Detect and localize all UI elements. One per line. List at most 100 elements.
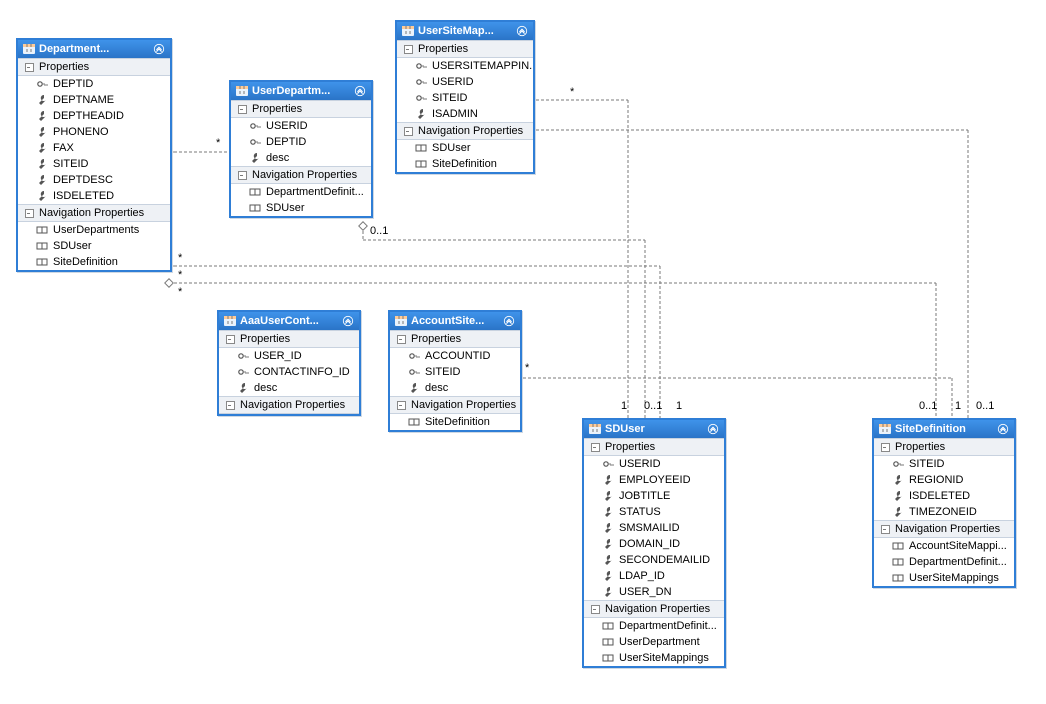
- navprop-row[interactable]: SDUser: [397, 140, 533, 156]
- property-icon: [415, 108, 427, 120]
- property-row[interactable]: ISADMIN: [397, 106, 533, 122]
- entity-titlebar[interactable]: UserSiteMap...: [397, 22, 533, 40]
- expand-toggle-icon[interactable]: [589, 441, 601, 453]
- section-navprops[interactable]: Navigation Properties: [397, 122, 533, 140]
- property-row[interactable]: SMSMAILID: [584, 520, 724, 536]
- section-navprops[interactable]: Navigation Properties: [584, 600, 724, 618]
- navprop-row[interactable]: DepartmentDefinit...: [584, 618, 724, 634]
- property-row[interactable]: USER_ID: [219, 348, 359, 364]
- expand-toggle-icon[interactable]: [236, 103, 248, 115]
- property-row[interactable]: SITEID: [18, 156, 170, 172]
- entity-sduser[interactable]: SDUserPropertiesUSERIDEMPLOYEEIDJOBTITLE…: [582, 418, 726, 668]
- navprop-row[interactable]: UserDepartments: [18, 222, 170, 238]
- navprop-row[interactable]: UserSiteMappings: [874, 570, 1014, 586]
- section-navprops[interactable]: Navigation Properties: [231, 166, 371, 184]
- expand-toggle-icon[interactable]: [589, 603, 601, 615]
- expand-toggle-icon[interactable]: [224, 399, 236, 411]
- navprop-row[interactable]: SDUser: [18, 238, 170, 254]
- navprop-row[interactable]: SDUser: [231, 200, 371, 216]
- expand-toggle-icon[interactable]: [402, 125, 414, 137]
- property-row[interactable]: SITEID: [874, 456, 1014, 472]
- section-navprops[interactable]: Navigation Properties: [219, 396, 359, 414]
- section-properties[interactable]: Properties: [874, 438, 1014, 456]
- property-row[interactable]: USERID: [231, 118, 371, 134]
- navprop-row[interactable]: AccountSiteMappi...: [874, 538, 1014, 554]
- entity-titlebar[interactable]: AaaUserCont...: [219, 312, 359, 330]
- property-row[interactable]: SITEID: [397, 90, 533, 106]
- navprop-row[interactable]: SiteDefinition: [390, 414, 520, 430]
- section-navprops[interactable]: Navigation Properties: [18, 204, 170, 222]
- section-properties[interactable]: Properties: [18, 58, 170, 76]
- mult-label: *: [216, 137, 220, 149]
- entity-titlebar[interactable]: UserDepartm...: [231, 82, 371, 100]
- property-row[interactable]: JOBTITLE: [584, 488, 724, 504]
- expand-toggle-icon[interactable]: [402, 43, 414, 55]
- property-row[interactable]: LDAP_ID: [584, 568, 724, 584]
- navprop-row[interactable]: DepartmentDefinit...: [874, 554, 1014, 570]
- property-row[interactable]: DEPTHEADID: [18, 108, 170, 124]
- collapse-icon[interactable]: [153, 43, 165, 55]
- property-row[interactable]: desc: [390, 380, 520, 396]
- expand-toggle-icon[interactable]: [23, 207, 35, 219]
- entity-aaausercont[interactable]: AaaUserCont...PropertiesUSER_IDCONTACTIN…: [217, 310, 361, 416]
- property-row[interactable]: SECONDEMAILID: [584, 552, 724, 568]
- expand-toggle-icon[interactable]: [395, 333, 407, 345]
- navprop-row[interactable]: SiteDefinition: [397, 156, 533, 172]
- expand-toggle-icon[interactable]: [224, 333, 236, 345]
- navprop-row[interactable]: SiteDefinition: [18, 254, 170, 270]
- section-navprops[interactable]: Navigation Properties: [390, 396, 520, 414]
- navprop-row[interactable]: UserSiteMappings: [584, 650, 724, 666]
- entity-userdepartment[interactable]: UserDepartm...PropertiesUSERIDDEPTIDdesc…: [229, 80, 373, 218]
- section-properties[interactable]: Properties: [390, 330, 520, 348]
- property-row[interactable]: SITEID: [390, 364, 520, 380]
- property-row[interactable]: DOMAIN_ID: [584, 536, 724, 552]
- property-row[interactable]: CONTACTINFO_ID: [219, 364, 359, 380]
- navprop-row[interactable]: UserDepartment: [584, 634, 724, 650]
- entity-sitedefinition[interactable]: SiteDefinitionPropertiesSITEIDREGIONIDIS…: [872, 418, 1016, 588]
- section-properties[interactable]: Properties: [231, 100, 371, 118]
- property-row[interactable]: USERID: [584, 456, 724, 472]
- property-row[interactable]: REGIONID: [874, 472, 1014, 488]
- collapse-icon[interactable]: [516, 25, 528, 37]
- property-row[interactable]: DEPTID: [18, 76, 170, 92]
- entity-titlebar[interactable]: SDUser: [584, 420, 724, 438]
- entity-department[interactable]: Department...PropertiesDEPTIDDEPTNAMEDEP…: [16, 38, 172, 272]
- expand-toggle-icon[interactable]: [23, 61, 35, 73]
- property-row[interactable]: EMPLOYEEID: [584, 472, 724, 488]
- property-row[interactable]: USER_DN: [584, 584, 724, 600]
- collapse-icon[interactable]: [342, 315, 354, 327]
- property-row[interactable]: PHONENO: [18, 124, 170, 140]
- section-properties[interactable]: Properties: [584, 438, 724, 456]
- collapse-icon[interactable]: [997, 423, 1009, 435]
- entity-titlebar[interactable]: SiteDefinition: [874, 420, 1014, 438]
- entity-usersitemap[interactable]: UserSiteMap...PropertiesUSERSITEMAPPIN..…: [395, 20, 535, 174]
- expand-toggle-icon[interactable]: [879, 441, 891, 453]
- property-row[interactable]: ISDELETED: [874, 488, 1014, 504]
- property-row[interactable]: ISDELETED: [18, 188, 170, 204]
- expand-toggle-icon[interactable]: [879, 523, 891, 535]
- property-row[interactable]: desc: [219, 380, 359, 396]
- collapse-icon[interactable]: [503, 315, 515, 327]
- property-row[interactable]: STATUS: [584, 504, 724, 520]
- entity-accountsite[interactable]: AccountSite...PropertiesACCOUNTIDSITEIDd…: [388, 310, 522, 432]
- property-row[interactable]: TIMEZONEID: [874, 504, 1014, 520]
- entity-titlebar[interactable]: Department...: [18, 40, 170, 58]
- expand-toggle-icon[interactable]: [395, 399, 407, 411]
- entity-titlebar[interactable]: AccountSite...: [390, 312, 520, 330]
- navprop-row[interactable]: DepartmentDefinit...: [231, 184, 371, 200]
- property-row[interactable]: USERSITEMAPPIN...: [397, 58, 533, 74]
- property-row[interactable]: USERID: [397, 74, 533, 90]
- expand-toggle-icon[interactable]: [236, 169, 248, 181]
- property-row[interactable]: DEPTID: [231, 134, 371, 150]
- section-navprops[interactable]: Navigation Properties: [874, 520, 1014, 538]
- property-row[interactable]: DEPTDESC: [18, 172, 170, 188]
- collapse-icon[interactable]: [354, 85, 366, 97]
- nav-icon: [408, 416, 420, 428]
- section-properties[interactable]: Properties: [397, 40, 533, 58]
- property-row[interactable]: desc: [231, 150, 371, 166]
- property-row[interactable]: DEPTNAME: [18, 92, 170, 108]
- collapse-icon[interactable]: [707, 423, 719, 435]
- property-row[interactable]: ACCOUNTID: [390, 348, 520, 364]
- section-properties[interactable]: Properties: [219, 330, 359, 348]
- property-row[interactable]: FAX: [18, 140, 170, 156]
